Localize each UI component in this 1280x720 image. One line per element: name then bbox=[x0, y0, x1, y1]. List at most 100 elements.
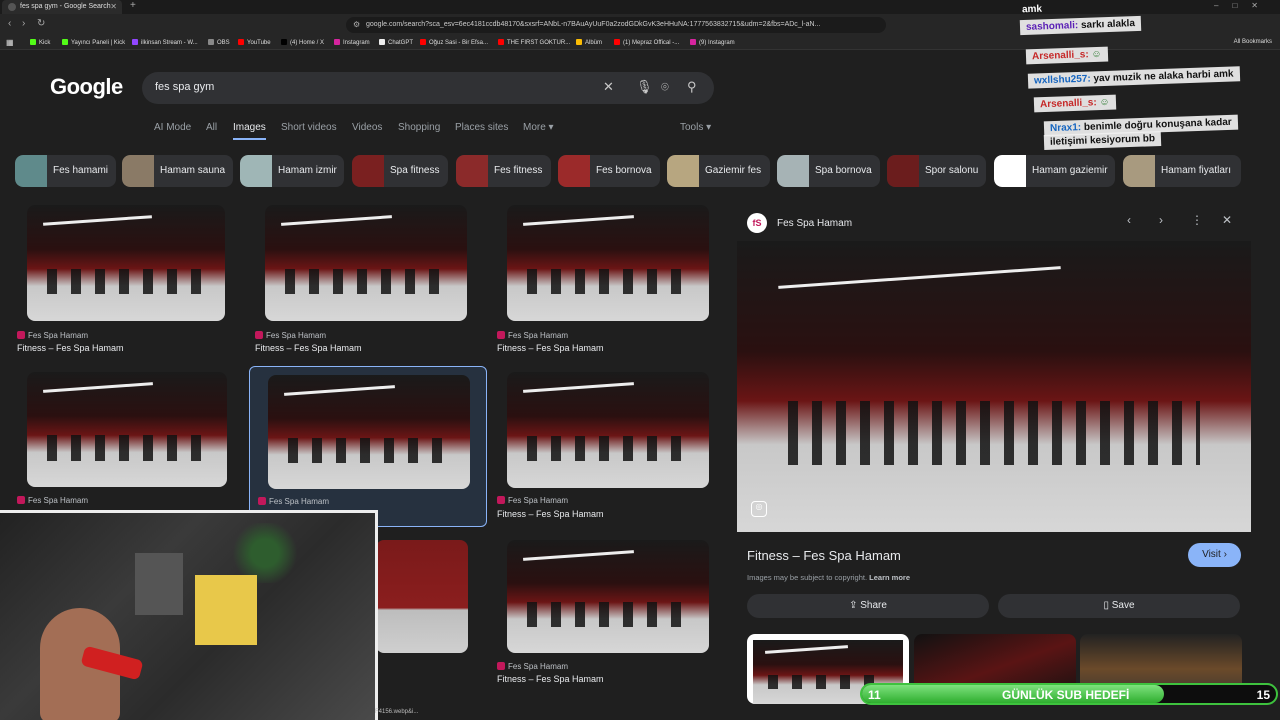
bookmark-item[interactable]: (9) Instagram bbox=[690, 39, 735, 46]
bookmark-item[interactable]: Instagram bbox=[334, 39, 370, 46]
site-info-icon[interactable]: ⚙ bbox=[353, 20, 360, 29]
bookmark-item[interactable]: (4) Home / X bbox=[281, 39, 324, 46]
panel-title[interactable]: Fitness – Fes Spa Hamam bbox=[747, 548, 901, 563]
result-title[interactable]: Fitness – Fes Spa Hamam bbox=[17, 343, 124, 353]
apps-grid-icon[interactable]: ▦ bbox=[6, 38, 14, 47]
result-image[interactable] bbox=[507, 205, 709, 321]
bookmark-item[interactable]: Oğuz Sasi - Bir Efsa... bbox=[420, 39, 488, 46]
more-options-icon[interactable]: ⋮ bbox=[1191, 213, 1203, 227]
previous-icon[interactable]: ‹ bbox=[1127, 213, 1131, 227]
lens-icon[interactable]: ◎ bbox=[751, 501, 767, 517]
tab-short-videos[interactable]: Short videos bbox=[281, 122, 337, 133]
image-result[interactable]: Fes Spa Hamam Fitness – Fes Spa Hamam bbox=[497, 372, 722, 522]
image-result[interactable]: Fes Spa Hamam bbox=[17, 372, 242, 522]
next-icon[interactable]: › bbox=[1159, 213, 1163, 227]
tab-images[interactable]: Images bbox=[233, 122, 266, 140]
related-chips: Fes hamami Hamam sauna Hamam izmir Spa f… bbox=[15, 155, 1265, 187]
result-title[interactable]: Fitness – Fes Spa Hamam bbox=[255, 343, 362, 353]
chat-message: wxllshu257: yav muzik ne alaka harbi amk bbox=[1027, 66, 1240, 89]
search-tabs: AI Mode All Images Short videos Videos S… bbox=[154, 122, 714, 142]
close-panel-icon[interactable]: ✕ bbox=[1222, 213, 1232, 227]
visit-button[interactable]: Visit › bbox=[1188, 543, 1241, 567]
result-source[interactable]: Fes Spa Hamam bbox=[258, 497, 329, 506]
forward-icon[interactable]: › bbox=[22, 18, 25, 29]
learn-more-link[interactable]: Learn more bbox=[869, 573, 910, 582]
search-icon[interactable]: ⚲ bbox=[687, 79, 697, 95]
sub-goal-label: GÜNLÜK SUB HEDEFİ bbox=[1002, 688, 1130, 702]
new-tab-icon[interactable]: + bbox=[130, 0, 136, 11]
tab-videos[interactable]: Videos bbox=[352, 122, 382, 133]
result-source[interactable]: Fes Spa Hamam bbox=[17, 496, 88, 505]
bookmark-icon: ▯ bbox=[1103, 600, 1112, 611]
chip[interactable]: Hamam sauna bbox=[122, 155, 233, 187]
file-tag: F4156.webp&i... bbox=[375, 709, 419, 715]
google-logo[interactable]: Google bbox=[50, 74, 123, 100]
bookmark-item[interactable]: ilkinsan Stream - W... bbox=[132, 39, 198, 46]
result-image[interactable] bbox=[27, 372, 227, 487]
chip[interactable]: Hamam fiyatları bbox=[1123, 155, 1241, 187]
bookmark-item[interactable]: Kick bbox=[30, 39, 50, 46]
tab-shopping[interactable]: Shopping bbox=[398, 122, 440, 133]
poster bbox=[135, 553, 183, 615]
result-source[interactable]: Fes Spa Hamam bbox=[255, 331, 326, 340]
result-image[interactable] bbox=[376, 540, 468, 653]
chip[interactable]: Fes fitness bbox=[456, 155, 551, 187]
image-result[interactable]: Fes Spa Hamam Fitness – Fes Spa Hamam bbox=[497, 540, 722, 690]
image-result[interactable]: Fes Spa Hamam Fitness – Fes Spa Hamam bbox=[17, 205, 242, 355]
image-result[interactable]: Fes Spa Hamam Fitness – Fes Spa Hamam bbox=[255, 205, 480, 355]
bookmark-item[interactable]: YouTube bbox=[238, 39, 271, 46]
browser-tab[interactable]: fes spa gym - Google Search ✕ bbox=[2, 0, 122, 14]
result-image[interactable] bbox=[507, 540, 709, 653]
result-title[interactable]: Fitness – Fes Spa Hamam bbox=[497, 674, 604, 684]
result-source[interactable]: Fes Spa Hamam bbox=[497, 331, 568, 340]
reload-icon[interactable]: ↻ bbox=[37, 18, 45, 29]
result-image[interactable] bbox=[268, 375, 470, 489]
result-source[interactable]: Fes Spa Hamam bbox=[497, 496, 568, 505]
tab-places-sites[interactable]: Places sites bbox=[455, 122, 508, 133]
chip[interactable]: Gaziemir fes bbox=[667, 155, 770, 187]
close-tab-icon[interactable]: ✕ bbox=[110, 2, 117, 11]
address-url: google.com/search?sca_esv=6ec4181ccdb481… bbox=[366, 21, 821, 28]
result-image[interactable] bbox=[507, 372, 709, 488]
sub-goal-target: 15 bbox=[1256, 688, 1270, 702]
site-logo-icon[interactable]: fS bbox=[747, 213, 767, 233]
sub-goal-bar: 11 GÜNLÜK SUB HEDEFİ 15 bbox=[860, 683, 1278, 705]
bookmark-item[interactable]: ChatGPT bbox=[379, 39, 413, 46]
tab-all[interactable]: All bbox=[206, 122, 217, 133]
save-button[interactable]: ▯ Save bbox=[998, 594, 1240, 618]
image-result[interactable] bbox=[376, 540, 468, 654]
search-input[interactable]: fes spa gym bbox=[155, 81, 214, 93]
result-source[interactable]: Fes Spa Hamam bbox=[497, 662, 568, 671]
image-result-selected[interactable]: Fes Spa Hamam bbox=[249, 366, 487, 527]
result-image[interactable] bbox=[27, 205, 225, 321]
lens-search-icon[interactable]: ⌾ bbox=[661, 79, 669, 95]
voice-search-icon[interactable]: 🎙 bbox=[636, 79, 653, 95]
search-box[interactable]: fes spa gym ✕ 🎙 ⌾ ⚲ bbox=[142, 72, 714, 104]
bookmark-item[interactable]: (1) Mepraz Offical -... bbox=[614, 39, 679, 46]
chip[interactable]: Spa fitness bbox=[352, 155, 448, 187]
bookmark-item[interactable]: THE FIRST GOKTUR... bbox=[498, 39, 570, 46]
tools-button[interactable]: Tools ▾ bbox=[680, 122, 711, 133]
chip[interactable]: Fes bornova bbox=[558, 155, 660, 187]
preview-image[interactable] bbox=[737, 241, 1251, 532]
image-result[interactable]: Fes Spa Hamam Fitness – Fes Spa Hamam bbox=[497, 205, 722, 355]
back-icon[interactable]: ‹ bbox=[8, 18, 11, 29]
result-image[interactable] bbox=[265, 205, 467, 321]
bookmark-item[interactable]: Yayıncı Paneli | Kick bbox=[62, 39, 125, 46]
result-title[interactable]: Fitness – Fes Spa Hamam bbox=[497, 509, 604, 519]
bookmark-item[interactable]: OBS bbox=[208, 39, 230, 46]
chip[interactable]: Spor salonu bbox=[887, 155, 986, 187]
chip[interactable]: Hamam izmir bbox=[240, 155, 344, 187]
address-bar[interactable]: ⚙ google.com/search?sca_esv=6ec4181ccdb4… bbox=[346, 17, 886, 33]
result-source[interactable]: Fes Spa Hamam bbox=[17, 331, 88, 340]
chip[interactable]: Hamam gaziemir bbox=[994, 155, 1115, 187]
panel-site-name[interactable]: Fes Spa Hamam bbox=[777, 218, 852, 229]
share-button[interactable]: ⇪ Share bbox=[747, 594, 989, 618]
clear-icon[interactable]: ✕ bbox=[603, 79, 614, 95]
chip[interactable]: Spa bornova bbox=[777, 155, 880, 187]
tab-more[interactable]: More ▾ bbox=[523, 122, 554, 133]
bookmark-item[interactable]: Albüm bbox=[576, 39, 602, 46]
tab-ai-mode[interactable]: AI Mode bbox=[154, 122, 191, 133]
result-title[interactable]: Fitness – Fes Spa Hamam bbox=[497, 343, 604, 353]
chip[interactable]: Fes hamami bbox=[15, 155, 116, 187]
